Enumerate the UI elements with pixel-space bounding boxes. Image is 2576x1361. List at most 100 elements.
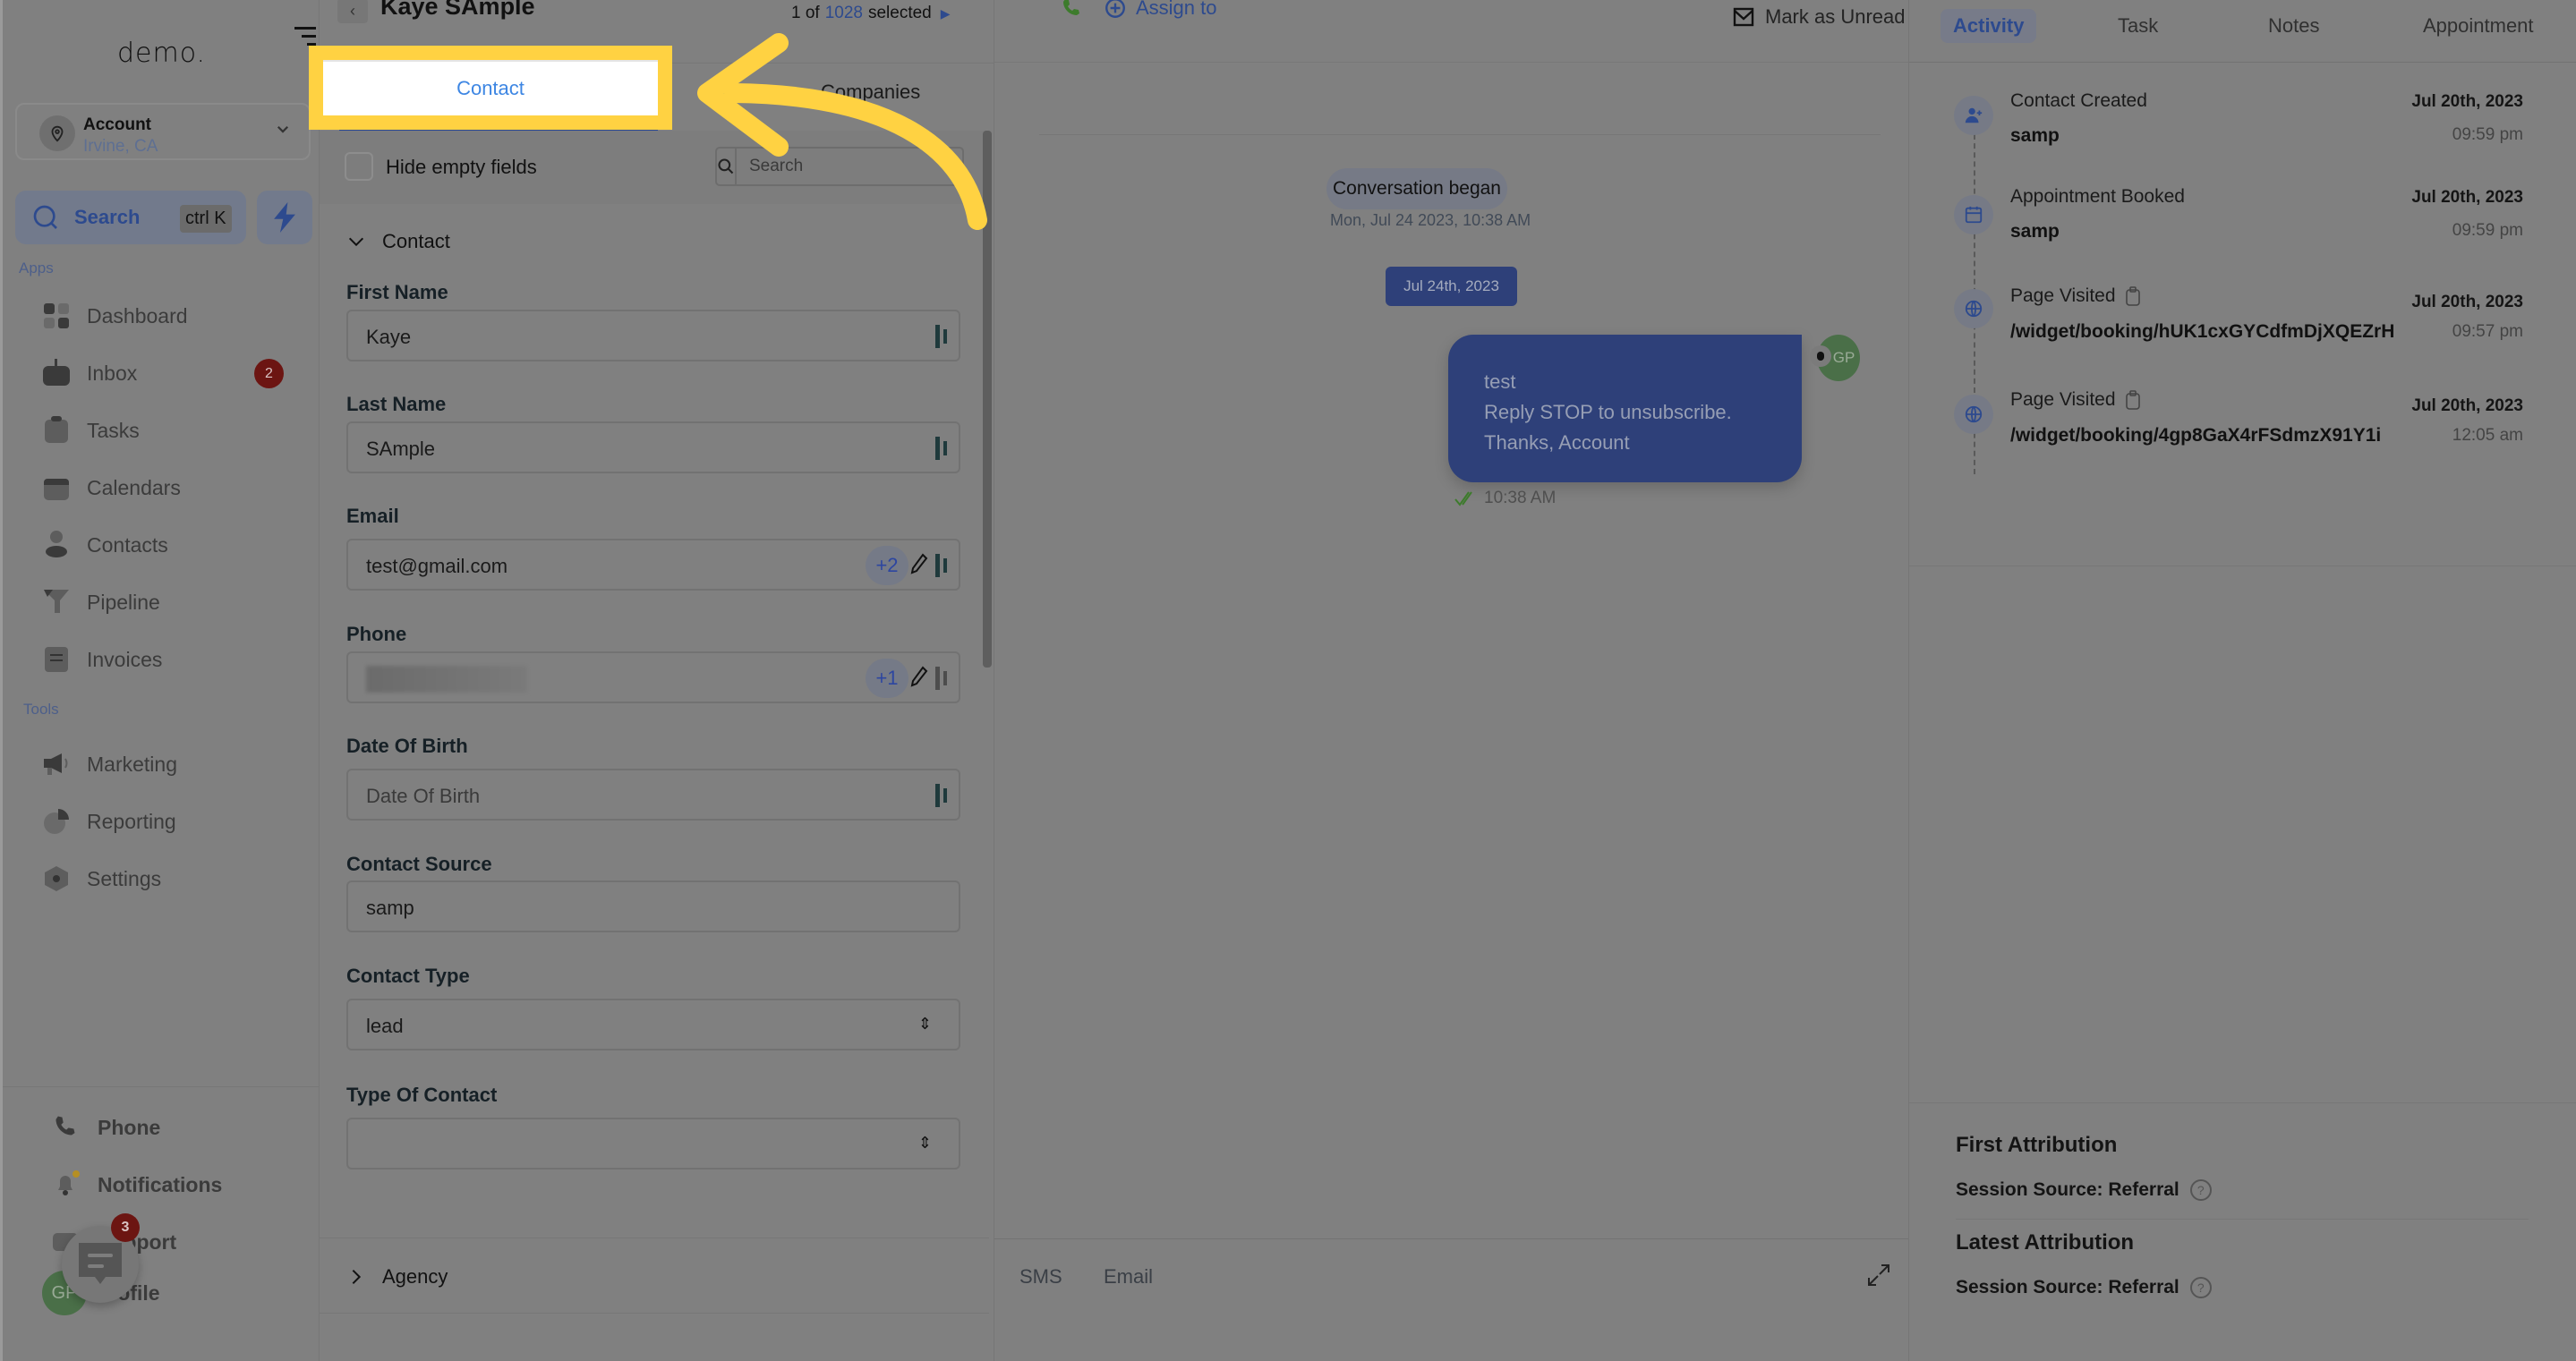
last-name-value: SAmple bbox=[366, 438, 436, 460]
first-name-field[interactable]: Kaye bbox=[346, 310, 960, 362]
merge-field-icon[interactable] bbox=[935, 667, 950, 690]
contact-source-field[interactable]: samp bbox=[346, 880, 960, 932]
first-name-label: First Name bbox=[346, 281, 448, 303]
composer-tab-email[interactable]: Email bbox=[1104, 1265, 1153, 1289]
sidebar-item-settings[interactable]: Settings bbox=[42, 856, 311, 901]
sidebar-divider bbox=[3, 1086, 322, 1087]
sidebar: demo. Account Irvine, CA Search ctrl K A… bbox=[0, 0, 322, 1361]
activity-item[interactable]: Page Visited /widget/booking/hUK1cxGYCdf… bbox=[1909, 282, 2576, 380]
next-record-icon[interactable]: ▶ bbox=[941, 6, 951, 21]
back-button[interactable]: ‹ bbox=[337, 0, 368, 23]
section-agency-toggle[interactable]: Agency bbox=[346, 1259, 448, 1295]
sidebar-item-reporting[interactable]: Reporting bbox=[42, 799, 311, 844]
type-of-contact-select[interactable]: ⇕ bbox=[346, 1118, 960, 1170]
section-title: Agency bbox=[382, 1265, 448, 1288]
activity-item[interactable]: Appointment Booked samp Jul 20th, 2023 0… bbox=[1909, 181, 2576, 279]
quick-actions-button[interactable] bbox=[257, 191, 312, 244]
help-icon[interactable]: ? bbox=[2189, 1179, 2212, 1201]
account-name: Account bbox=[83, 115, 151, 134]
merge-field-icon[interactable] bbox=[935, 784, 950, 807]
hide-empty-label: Hide empty fields bbox=[386, 156, 537, 178]
contact-type-select[interactable]: lead ⇕ bbox=[346, 999, 960, 1051]
expand-icon[interactable] bbox=[1867, 1263, 1890, 1287]
chevron-down-icon bbox=[348, 237, 364, 247]
activity-item[interactable]: Page Visited /widget/booking/4gp8GaX4rFS… bbox=[1909, 386, 2576, 484]
edit-icon[interactable] bbox=[910, 553, 928, 576]
divider bbox=[1039, 134, 1881, 135]
phone-field[interactable]: +1 bbox=[346, 651, 960, 703]
last-name-field[interactable]: SAmple bbox=[346, 421, 960, 473]
hide-empty-checkbox[interactable] bbox=[345, 152, 373, 181]
sidebar-item-tasks[interactable]: Tasks bbox=[42, 408, 311, 453]
select-arrows-icon: ⇕ bbox=[917, 1015, 932, 1033]
contacts-icon bbox=[42, 531, 71, 559]
email-field[interactable]: test@gmail.com +2 bbox=[346, 539, 960, 591]
sidebar-item-label: Contacts bbox=[87, 532, 168, 557]
message-line: Thanks, Account bbox=[1484, 431, 1630, 454]
tools-section-label: Tools bbox=[23, 701, 59, 718]
sidebar-item-contacts[interactable]: Contacts bbox=[42, 523, 311, 567]
help-icon[interactable]: ? bbox=[2189, 1277, 2212, 1298]
dob-field[interactable]: Date Of Birth bbox=[346, 769, 960, 821]
dob-placeholder: Date Of Birth bbox=[366, 785, 481, 807]
email-value: test@gmail.com bbox=[366, 555, 508, 577]
sidebar-item-calendars[interactable]: Calendars bbox=[42, 465, 311, 510]
tab-activity[interactable]: Activity bbox=[1941, 9, 2037, 43]
message-line: test bbox=[1484, 370, 1516, 393]
message-bubble[interactable]: test Reply STOP to unsubscribe. Thanks, … bbox=[1448, 335, 1802, 482]
sidebar-item-label: Tasks bbox=[87, 418, 140, 442]
message-time: 10:38 AM bbox=[1454, 489, 1556, 508]
sidebar-item-invoices[interactable]: Invoices bbox=[42, 637, 311, 682]
edit-icon[interactable] bbox=[910, 666, 928, 689]
merge-field-icon[interactable] bbox=[935, 325, 950, 348]
phone-value-redacted bbox=[366, 666, 527, 693]
pipeline-icon bbox=[42, 588, 71, 617]
contact-source-label: Contact Source bbox=[346, 853, 492, 875]
account-switcher[interactable]: Account Irvine, CA bbox=[15, 103, 311, 160]
mark-unread-button[interactable]: Mark as Unread bbox=[1733, 5, 1906, 29]
sidebar-item-pipeline[interactable]: Pipeline bbox=[42, 580, 311, 625]
section-contact-toggle[interactable]: Contact bbox=[346, 224, 450, 259]
additional-emails-badge[interactable]: +2 bbox=[866, 546, 908, 585]
tab-contact[interactable]: Contact bbox=[309, 46, 672, 130]
search-button[interactable]: Search ctrl K bbox=[15, 191, 246, 244]
tab-task[interactable]: Task bbox=[2105, 9, 2171, 43]
chat-widget-button[interactable]: 3 bbox=[62, 1213, 140, 1303]
sidebar-item-notifications[interactable]: Notifications bbox=[53, 1162, 321, 1207]
double-check-icon bbox=[1454, 491, 1472, 506]
panel-divider bbox=[1909, 1102, 2576, 1103]
dob-label: Date Of Birth bbox=[346, 735, 468, 757]
chevron-left-icon: ‹ bbox=[350, 1, 355, 20]
merge-field-icon[interactable] bbox=[935, 437, 950, 460]
email-label: Email bbox=[346, 505, 399, 527]
pager-suffix: selected bbox=[867, 4, 932, 22]
conversation-began-time: Mon, Jul 24 2023, 10:38 AM bbox=[1330, 211, 1531, 229]
activity-item[interactable]: Contact Created samp Jul 20th, 2023 09:5… bbox=[1909, 85, 2576, 183]
inbox-badge: 2 bbox=[254, 359, 284, 388]
calendar-icon bbox=[42, 473, 71, 502]
inbox-icon bbox=[42, 359, 71, 387]
invoice-icon bbox=[42, 645, 71, 674]
first-attribution-source: Session Source: Referral bbox=[1956, 1179, 2179, 1200]
settings-icon bbox=[42, 864, 71, 893]
composer-tab-sms[interactable]: SMS bbox=[1019, 1265, 1062, 1289]
tab-notes[interactable]: Notes bbox=[2256, 9, 2332, 43]
activity-time: 09:59 pm bbox=[2452, 221, 2523, 240]
clipboard-icon[interactable] bbox=[2125, 286, 2141, 306]
contact-name: Kaye SAmple bbox=[380, 0, 535, 20]
pager-total[interactable]: 1028 bbox=[825, 4, 863, 22]
call-icon[interactable] bbox=[1061, 0, 1082, 18]
merge-field-icon[interactable] bbox=[935, 554, 950, 577]
activity-subtitle: /widget/booking/hUK1cxGYCdfmDjXQEZrH bbox=[2010, 321, 2395, 342]
sidebar-item-marketing[interactable]: Marketing bbox=[42, 742, 311, 787]
sidebar-item-dashboard[interactable]: Dashboard bbox=[42, 293, 311, 338]
activity-date: Jul 20th, 2023 bbox=[2411, 188, 2523, 207]
composer-divider bbox=[994, 1238, 1909, 1239]
assign-to-button[interactable]: Assign to bbox=[1104, 0, 1217, 20]
additional-phones-badge[interactable]: +1 bbox=[866, 659, 908, 698]
sidebar-item-inbox[interactable]: Inbox 2 bbox=[42, 351, 311, 396]
sidebar-item-phone[interactable]: Phone bbox=[53, 1105, 321, 1150]
clipboard-icon[interactable] bbox=[2125, 390, 2141, 410]
tab-appointment[interactable]: Appointment bbox=[2410, 9, 2546, 43]
contact-type-value: lead bbox=[366, 1015, 404, 1037]
